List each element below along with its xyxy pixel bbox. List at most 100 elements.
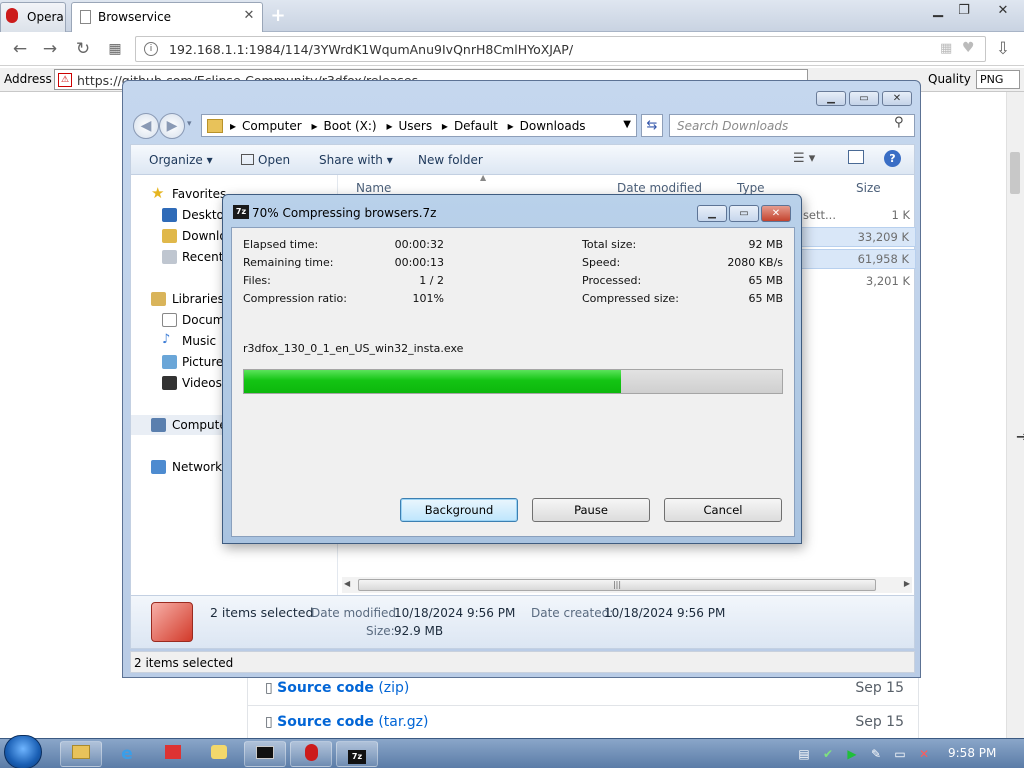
close-button[interactable]: ✕ <box>988 2 1018 20</box>
new-tab-button[interactable]: + <box>268 6 288 26</box>
scroll-right-icon[interactable]: ▶ <box>904 579 910 588</box>
compressed-size-value: 65 MB <box>748 292 783 305</box>
desktop-icon <box>162 208 177 222</box>
column-type[interactable]: Type <box>737 181 765 195</box>
tray-volume-muted-icon[interactable]: ✕ <box>916 746 932 762</box>
back-arrow-icon[interactable]: ← <box>9 38 31 60</box>
close-button[interactable]: ✕ <box>761 205 791 222</box>
asset-link[interactable]: ▯ Source code (zip) <box>265 680 409 696</box>
taskbar-paint-icon[interactable] <box>198 741 240 767</box>
size-value: 92.9 MB <box>394 624 444 638</box>
chevron-down-icon[interactable]: ▼ <box>623 119 631 130</box>
breadcrumb-item[interactable]: Downloads <box>520 119 586 133</box>
forward-arrow-icon[interactable]: → <box>39 38 61 60</box>
start-button[interactable] <box>4 735 42 768</box>
quality-select[interactable]: PNG <box>976 70 1020 89</box>
tab-browservice[interactable]: Browservice ✕ <box>71 2 263 32</box>
cancel-button[interactable]: Cancel <box>664 498 782 522</box>
sort-up-icon: ▲ <box>480 173 487 182</box>
file-zip-icon: ▯ <box>265 680 273 696</box>
network-icon <box>151 460 166 474</box>
browser-nav-bar: ← → ↻ ▦ i 192.168.1.1:1984/114/3YWrdK1Wq… <box>0 32 1024 66</box>
maximize-button[interactable]: ▭ <box>849 91 879 106</box>
background-button[interactable]: Background <box>400 498 518 522</box>
search-input[interactable]: Search Downloads <box>669 114 915 137</box>
new-folder-button[interactable]: New folder <box>418 153 483 167</box>
site-info-icon[interactable]: i <box>144 42 158 56</box>
pictures-icon <box>162 355 177 369</box>
pause-button[interactable]: Pause <box>532 498 650 522</box>
grid-icon[interactable]: ▦ <box>940 41 952 56</box>
opera-logo-icon <box>6 8 18 23</box>
close-button[interactable]: ✕ <box>882 91 912 106</box>
forward-button[interactable]: ▶ <box>159 113 185 139</box>
7z-archive-icon <box>151 602 193 642</box>
breadcrumb-item[interactable]: Users <box>398 119 432 133</box>
back-button[interactable]: ◀ <box>133 113 159 139</box>
taskbar-media-icon[interactable] <box>152 741 194 767</box>
7z-icon: 7z <box>233 205 249 219</box>
help-icon[interactable]: ? <box>884 150 901 167</box>
column-date-modified[interactable]: Date modified <box>617 181 702 195</box>
tray-update-icon[interactable]: ✔ <box>820 746 836 762</box>
folder-icon <box>207 119 223 133</box>
tray-network-icon[interactable]: ▤ <box>796 746 812 762</box>
history-dropdown-icon[interactable]: ▾ <box>187 119 192 129</box>
organize-button[interactable]: Organize ▾ <box>149 153 213 167</box>
url-text: 192.168.1.1:1984/114/3YWrdK1WqumAnu9IvQn… <box>169 42 574 57</box>
compressed-size-label: Compressed size: <box>582 292 679 305</box>
star-icon: ★ <box>151 184 165 202</box>
horizontal-scrollbar[interactable]: ◀ ||| ▶ <box>342 577 912 593</box>
taskbar-explorer-icon[interactable] <box>60 741 102 767</box>
taskbar-cmd-icon[interactable] <box>244 741 286 767</box>
heart-icon[interactable]: ♥ <box>962 40 975 56</box>
explorer-nav-row: ◀ ▶ ▾ ▸ Computer ▸ Boot (X:) ▸ Users ▸ Defau… <box>129 111 916 141</box>
restore-button[interactable]: ❐ <box>952 2 976 20</box>
minimize-button[interactable]: ▁ <box>926 2 950 20</box>
file-zip-icon: ▯ <box>265 714 273 730</box>
breadcrumb-item[interactable]: Computer <box>242 119 302 133</box>
details-pane: 2 items selected Date modified: 10/18/20… <box>130 595 915 649</box>
column-size[interactable]: Size <box>856 181 881 195</box>
taskbar-opera-icon[interactable] <box>290 741 332 767</box>
breadcrumb-item[interactable]: Boot (X:) <box>324 119 377 133</box>
column-name[interactable]: Name <box>356 181 391 195</box>
status-bar: 2 items selected <box>130 651 915 673</box>
breadcrumb[interactable]: ▸ Computer ▸ Boot (X:) ▸ Users ▸ Default ▸ Do… <box>201 114 637 137</box>
tray-play-icon[interactable]: ▶ <box>844 746 860 762</box>
preview-pane-icon[interactable] <box>848 150 864 164</box>
breadcrumb-item[interactable]: Default <box>454 119 498 133</box>
tray-display-icon[interactable]: ▭ <box>892 746 908 762</box>
tab-opera[interactable]: Opera <box>0 2 66 32</box>
speed-dial-grid-icon[interactable]: ▦ <box>104 38 126 60</box>
taskbar-ie-icon[interactable]: e <box>106 741 148 767</box>
scroll-left-icon[interactable]: ◀ <box>344 579 350 588</box>
taskbar-7z-icon[interactable]: 7z <box>336 741 378 767</box>
open-button[interactable]: Open <box>241 153 290 167</box>
share-with-button[interactable]: Share with ▾ <box>319 153 393 167</box>
total-size-value: 92 MB <box>748 238 783 251</box>
page-scrollbar-thumb[interactable] <box>1010 152 1020 194</box>
elapsed-value: 00:00:32 <box>394 238 444 251</box>
open-icon <box>241 154 254 165</box>
clock[interactable]: 9:58 PM <box>948 746 996 760</box>
download-icon[interactable]: ⇩ <box>992 38 1014 60</box>
date-created-label: Date created: <box>531 606 614 620</box>
page-icon <box>80 10 91 24</box>
reload-icon[interactable]: ↻ <box>72 38 94 60</box>
minimize-button[interactable]: ▁ <box>697 205 727 222</box>
size-label: Size: <box>366 624 395 638</box>
asset-link[interactable]: ▯ Source code (tar.gz) <box>265 714 428 730</box>
close-tab-icon[interactable]: ✕ <box>242 9 256 23</box>
refresh-button[interactable]: ⇆ <box>641 114 663 137</box>
scroll-thumb[interactable]: ||| <box>358 579 876 591</box>
recent-places-icon <box>162 250 177 264</box>
view-options-icon[interactable]: ☰ ▾ <box>793 151 815 166</box>
minimize-button[interactable]: ▁ <box>816 91 846 106</box>
tray-tool-icon[interactable]: ✎ <box>868 746 884 762</box>
speed-label: Speed: <box>582 256 621 269</box>
search-icon[interactable]: ⚲ <box>894 115 904 130</box>
maximize-button[interactable]: ▭ <box>729 205 759 222</box>
address-label: Address <box>4 72 52 86</box>
url-field[interactable]: i 192.168.1.1:1984/114/3YWrdK1WqumAnu9Iv… <box>135 36 986 62</box>
